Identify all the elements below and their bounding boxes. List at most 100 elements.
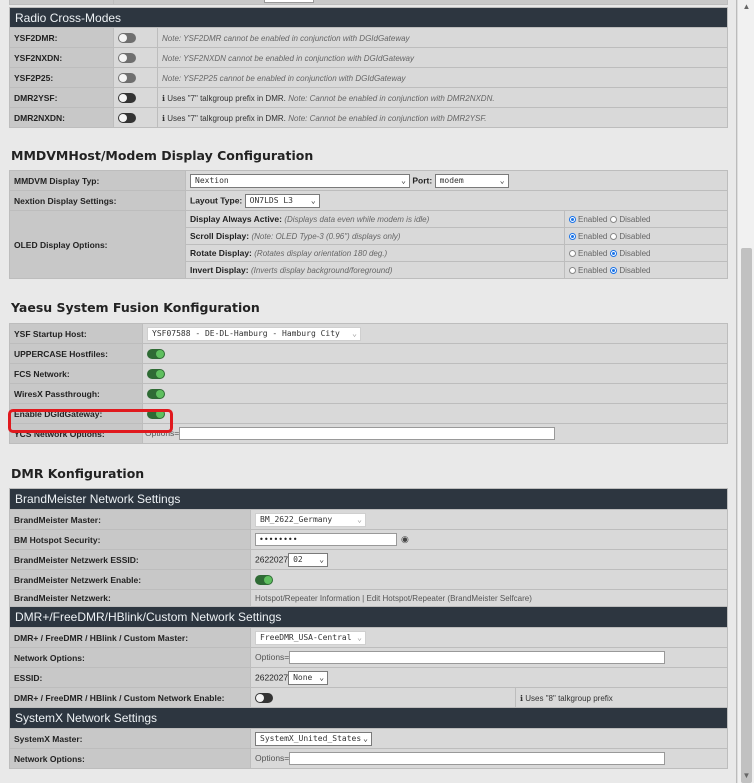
oled-scroll-enabled-radio[interactable] bbox=[569, 233, 576, 241]
systemx-netopt-input[interactable] bbox=[289, 752, 666, 765]
dmrplus-info: Uses "8" talkgroup prefix bbox=[525, 693, 613, 703]
wiresx-label: WiresX Passthrough: bbox=[9, 383, 143, 404]
scroll-down-icon[interactable]: ▼ bbox=[742, 772, 751, 780]
oled-rotate-disabled-radio[interactable] bbox=[610, 250, 618, 258]
systemx-netopt-label: Network Options: bbox=[9, 748, 251, 769]
essid-label: ESSID: bbox=[9, 667, 251, 688]
vertical-scrollbar[interactable]: ▲ ▼ bbox=[737, 0, 754, 783]
oled-scroll-hint: (Note: OLED Type-3 (0.96") displays only… bbox=[251, 232, 401, 241]
oled-rotate-label: Rotate Display: bbox=[190, 248, 252, 258]
ysf2nxdn-label: YSF2NXDN: bbox=[9, 47, 114, 68]
eye-icon[interactable]: ◉ bbox=[401, 534, 409, 544]
dgid-gateway-label: Enable DGIdGateway: bbox=[9, 403, 143, 424]
display-type-select[interactable]: Nextion ⌄ bbox=[190, 173, 410, 188]
bm-security-label: BM Hotspot Security: bbox=[9, 529, 251, 550]
dmr2ysf-note: Note: Cannot be enabled in conjunction w… bbox=[288, 93, 495, 103]
dmrplus-master-label: DMR+ / FreeDMR / HBlink / Custom Master: bbox=[9, 627, 251, 648]
oled-rotate-enabled-radio[interactable] bbox=[569, 250, 576, 258]
systemx-header: SystemX Network Settings bbox=[9, 707, 728, 729]
oled-invert-hint: (Inverts display background/foreground) bbox=[250, 266, 393, 275]
ysf-title: Yaesu System Fusion Konfiguration bbox=[11, 300, 260, 315]
dmr2ysf-label: DMR2YSF: bbox=[9, 87, 114, 108]
chevron-down-icon: ⌄ bbox=[319, 554, 325, 564]
oled-always-active-label: Display Always Active: bbox=[190, 214, 282, 224]
bm-selfcare-link[interactable]: Edit Hotspot/Repeater (BrandMeister Self… bbox=[366, 594, 531, 603]
clipped-row bbox=[9, 0, 728, 5]
ysf-startup-select[interactable]: YSF07588 - DE-DL-Hamburg - Hamburg City ⌄ bbox=[147, 326, 361, 341]
layout-type-select[interactable]: ON7LDS L3 ⌄ bbox=[244, 193, 320, 208]
ysf2nxdn-note: Note: YSF2NXDN cannot be enabled in conj… bbox=[162, 53, 414, 63]
bm-security-input[interactable]: •••••••• bbox=[255, 533, 397, 546]
ysf2nxdn-toggle[interactable] bbox=[118, 52, 136, 63]
dmrplus-header: DMR+/FreeDMR/HBlink/Custom Network Setti… bbox=[9, 606, 728, 628]
port-label: Port: bbox=[412, 174, 433, 185]
chevron-down-icon: ⌄ bbox=[319, 672, 325, 682]
ycs-options-prefix: Options= bbox=[145, 427, 180, 438]
oled-always-active-disabled-radio[interactable] bbox=[610, 216, 618, 224]
bm-master-select[interactable]: BM_2622_Germany ⌄ bbox=[255, 512, 366, 527]
display-type-label: MMDVM Display Typ: bbox=[9, 170, 186, 191]
dmrplus-netopt-prefix: Options= bbox=[255, 651, 290, 662]
bm-essid-label: BrandMeister Netzwerk ESSID: bbox=[9, 549, 251, 570]
dmr-title: DMR Konfiguration bbox=[11, 466, 145, 481]
systemx-master-label: SystemX Master: bbox=[9, 728, 251, 749]
bm-network-label: BrandMeister Netzwerk: bbox=[9, 589, 251, 607]
scroll-up-icon[interactable]: ▲ bbox=[742, 3, 751, 11]
dmr2nxdn-info: Uses "7" talkgroup prefix in DMR. bbox=[167, 113, 286, 123]
wiresx-toggle[interactable] bbox=[147, 388, 165, 399]
essid-prefix: 2622027 bbox=[255, 671, 289, 682]
dmr2nxdn-note: Note: Cannot be enabled in conjunction w… bbox=[288, 113, 487, 123]
ysf2p25-toggle[interactable] bbox=[118, 72, 136, 83]
fcs-network-label: FCS Network: bbox=[9, 363, 143, 384]
chevron-down-icon: ⌄ bbox=[357, 632, 362, 642]
ysf2p25-label: YSF2P25: bbox=[9, 67, 114, 88]
radio-cross-modes-header: Radio Cross-Modes bbox=[9, 7, 728, 28]
ysf-startup-label: YSF Startup Host: bbox=[9, 323, 143, 344]
dmr2ysf-toggle[interactable] bbox=[118, 92, 136, 103]
oled-scroll-label: Scroll Display: bbox=[190, 231, 250, 241]
chevron-down-icon: ⌄ bbox=[499, 175, 505, 185]
oled-options-label: OLED Display Options: bbox=[9, 210, 186, 279]
systemx-netopt-prefix: Options= bbox=[255, 752, 290, 763]
ycs-options-label: YCS Network Options: bbox=[9, 423, 143, 444]
dmrplus-enable-toggle[interactable] bbox=[255, 692, 273, 703]
ysf2dmr-note: Note: YSF2DMR cannot be enabled in conju… bbox=[162, 33, 410, 43]
systemx-master-select[interactable]: SystemX_United_States ⌄ bbox=[255, 731, 372, 746]
uppercase-hostfiles-toggle[interactable] bbox=[147, 348, 165, 359]
ysf-table: YSF Startup Host: YSF07588 - DE-DL-Hambu… bbox=[9, 323, 728, 444]
bm-essid-select[interactable]: 02 ⌄ bbox=[288, 552, 329, 567]
clipped-input[interactable] bbox=[264, 0, 314, 3]
dgid-gateway-toggle[interactable] bbox=[147, 408, 165, 419]
ycs-options-input[interactable] bbox=[179, 427, 556, 440]
ysf2dmr-toggle[interactable] bbox=[118, 32, 136, 43]
oled-invert-label: Invert Display: bbox=[190, 265, 249, 275]
ysf2dmr-label: YSF2DMR: bbox=[9, 27, 114, 48]
config-page: Radio Cross-Modes YSF2DMR: Note: YSF2DMR… bbox=[0, 0, 737, 783]
config-container: Radio Cross-Modes YSF2DMR: Note: YSF2DMR… bbox=[9, 0, 728, 769]
bm-info-link[interactable]: Hotspot/Repeater Information bbox=[255, 594, 360, 603]
oled-always-active-enabled-radio[interactable] bbox=[569, 216, 576, 224]
bm-master-label: BrandMeister Master: bbox=[9, 509, 251, 530]
oled-rotate-hint: (Rotates display orientation 180 deg.) bbox=[254, 249, 388, 258]
fcs-network-toggle[interactable] bbox=[147, 368, 165, 379]
oled-scroll-disabled-radio[interactable] bbox=[610, 233, 618, 241]
dmr2nxdn-toggle[interactable] bbox=[118, 112, 136, 123]
oled-always-active-hint: (Displays data even while modem is idle) bbox=[284, 215, 430, 224]
chevron-down-icon: ⌄ bbox=[310, 195, 316, 205]
dmrplus-enable-label: DMR+ / FreeDMR / HBlink / Custom Network… bbox=[9, 687, 251, 708]
scroll-thumb[interactable] bbox=[741, 248, 752, 783]
essid-select[interactable]: None ⌄ bbox=[288, 670, 329, 685]
dmr2ysf-info: Uses "7" talkgroup prefix in DMR. bbox=[167, 93, 286, 103]
nextion-settings-label: Nextion Display Settings: bbox=[9, 190, 186, 211]
layout-type-label: Layout Type: bbox=[190, 194, 243, 205]
dmrplus-netopt-input[interactable] bbox=[289, 651, 666, 664]
port-select[interactable]: modem ⌄ bbox=[434, 173, 509, 188]
radio-cross-modes-table: Radio Cross-Modes YSF2DMR: Note: YSF2DMR… bbox=[9, 7, 728, 128]
oled-invert-disabled-radio[interactable] bbox=[610, 267, 618, 275]
oled-invert-enabled-radio[interactable] bbox=[569, 267, 576, 275]
chevron-down-icon: ⌄ bbox=[363, 733, 368, 743]
display-config-title: MMDVMHost/Modem Display Configuration bbox=[11, 148, 314, 163]
brandmeister-header: BrandMeister Network Settings bbox=[9, 488, 728, 510]
dmrplus-master-select[interactable]: FreeDMR_USA-Central ⌄ bbox=[255, 630, 366, 645]
bm-enable-toggle[interactable] bbox=[255, 574, 273, 585]
